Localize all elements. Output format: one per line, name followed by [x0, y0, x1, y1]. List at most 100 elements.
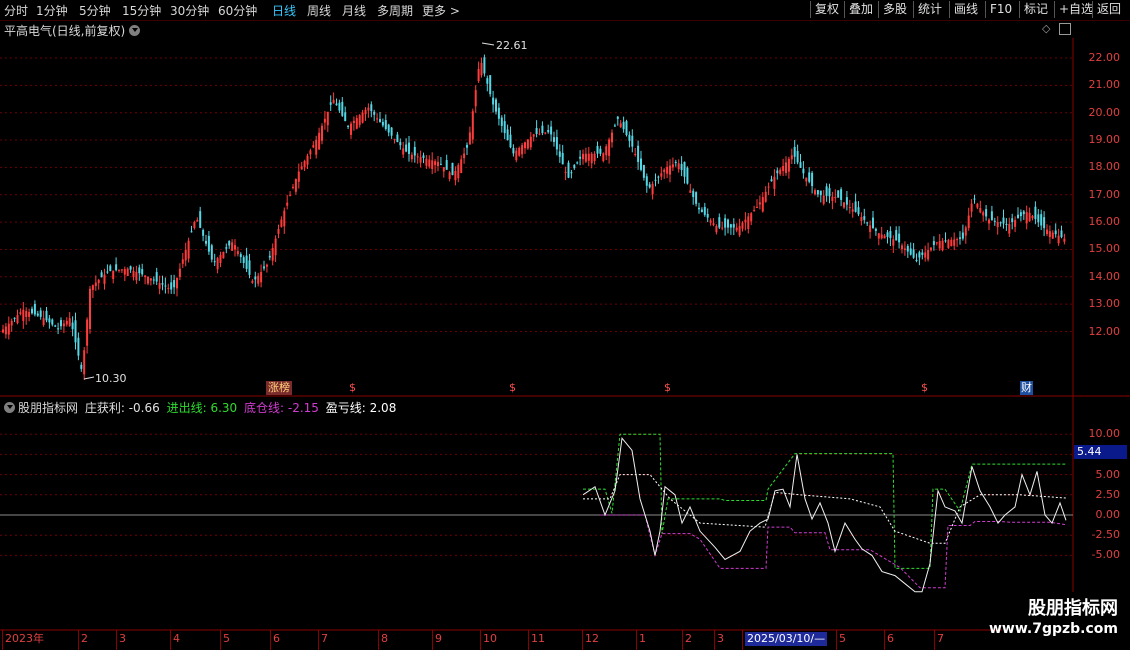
candle-body — [408, 142, 410, 154]
candle-body — [457, 165, 460, 179]
time-label: 11 — [531, 632, 545, 645]
marker-dollar-2[interactable]: $ — [509, 381, 516, 395]
candle-body — [176, 277, 178, 289]
candle-body — [1031, 215, 1034, 219]
indicator-tick-label: -2.50 — [1091, 528, 1120, 542]
candle-body — [147, 276, 149, 284]
candle-body — [582, 153, 584, 160]
candle-body — [10, 320, 13, 326]
candle-body — [854, 201, 857, 212]
candle-body — [845, 197, 848, 205]
candle-body — [877, 233, 880, 239]
candle-body — [631, 135, 634, 147]
candle-body — [390, 127, 393, 136]
candle-body — [695, 192, 698, 204]
indicator-legend: 股朋指标网 庄获利: -0.66 进出线: 6.30 底仓线: -2.15 盈亏… — [4, 399, 396, 416]
candle-body — [228, 241, 231, 246]
marker-dollar-3[interactable]: $ — [664, 381, 671, 395]
candle-body — [474, 90, 477, 107]
candle-body — [703, 206, 706, 215]
candle-body — [60, 320, 62, 327]
candle-body — [149, 278, 152, 281]
high-label: 22.61 — [496, 39, 528, 52]
candle-body — [506, 129, 509, 141]
candle-body — [280, 219, 283, 227]
price-tick-label: 18.00 — [1088, 160, 1121, 174]
low-label: 10.30 — [95, 372, 127, 385]
candle-body — [1037, 214, 1040, 223]
time-tick — [884, 630, 885, 650]
candle-body — [265, 264, 268, 267]
candle-body — [36, 313, 39, 316]
marker-dollar-4[interactable]: $ — [921, 381, 928, 395]
time-label: 7 — [937, 632, 944, 645]
marker-finance[interactable]: 财 — [1020, 381, 1033, 395]
candle-body — [596, 146, 599, 154]
candle-body — [167, 287, 170, 289]
candle-body — [1008, 224, 1011, 234]
candle-body — [257, 275, 260, 284]
candle-body — [996, 221, 999, 228]
candle-body — [303, 161, 306, 168]
watermark: 股朋指标网 www.7gpzb.com — [989, 592, 1130, 650]
candle-body — [840, 189, 843, 200]
time-label: 8 — [381, 632, 388, 645]
high-pointer — [481, 42, 495, 46]
candle-body — [71, 322, 74, 330]
candle-body — [57, 328, 60, 330]
candle-body — [103, 274, 106, 284]
indicator-dropdown-icon[interactable] — [4, 402, 15, 413]
candle-body — [573, 164, 576, 169]
price-tick-label: 12.00 — [1088, 324, 1121, 338]
price-tick-label: 17.00 — [1088, 187, 1121, 201]
candle-body — [396, 134, 399, 143]
candle-body — [605, 146, 608, 156]
candle-body — [51, 319, 54, 325]
candle-body — [660, 173, 663, 177]
candle-body — [625, 121, 628, 136]
time-tick — [318, 630, 319, 650]
candle-body — [935, 242, 938, 244]
candle-body — [544, 132, 547, 134]
candle-body — [466, 144, 468, 148]
candle-body — [961, 232, 964, 239]
watermark-url: www.7gpzb.com — [988, 621, 1118, 637]
time-label: 12 — [585, 632, 599, 645]
candle-body — [964, 227, 967, 236]
candle-body — [706, 214, 709, 218]
candle-body — [599, 148, 602, 154]
marker-dollar-1[interactable]: $ — [349, 381, 356, 395]
candle-body — [669, 165, 671, 175]
kline-chart: 22.61 10.30 — [0, 38, 1130, 631]
candle-body — [613, 125, 616, 127]
candle-body — [645, 176, 648, 186]
candle-body — [671, 164, 674, 168]
candle-body — [254, 276, 257, 280]
candle-body — [248, 260, 251, 275]
candle-body — [65, 320, 68, 325]
candle-body — [225, 247, 228, 249]
candle-body — [550, 126, 553, 135]
candle-body — [579, 156, 582, 159]
candle-body — [62, 323, 65, 327]
price-tick-label: 16.00 — [1088, 215, 1121, 229]
candle-body — [761, 197, 764, 212]
candle-body — [483, 57, 486, 74]
candle-body — [793, 146, 796, 157]
candle-body — [118, 269, 120, 271]
candle-body — [329, 102, 332, 105]
candle-body — [729, 224, 732, 228]
candle-body — [410, 154, 413, 160]
candle-body — [799, 162, 802, 168]
candle-body — [790, 155, 793, 160]
candle-body — [814, 190, 816, 195]
candle-body — [608, 139, 611, 156]
candle-body — [590, 153, 593, 164]
candle-body — [721, 227, 724, 229]
candle-body — [802, 168, 805, 174]
marker-zhangbang[interactable]: 涨榜 — [266, 381, 292, 395]
candle-body — [816, 190, 819, 195]
candle-body — [86, 319, 89, 346]
candle-body — [448, 172, 451, 179]
candle-body — [210, 245, 213, 260]
